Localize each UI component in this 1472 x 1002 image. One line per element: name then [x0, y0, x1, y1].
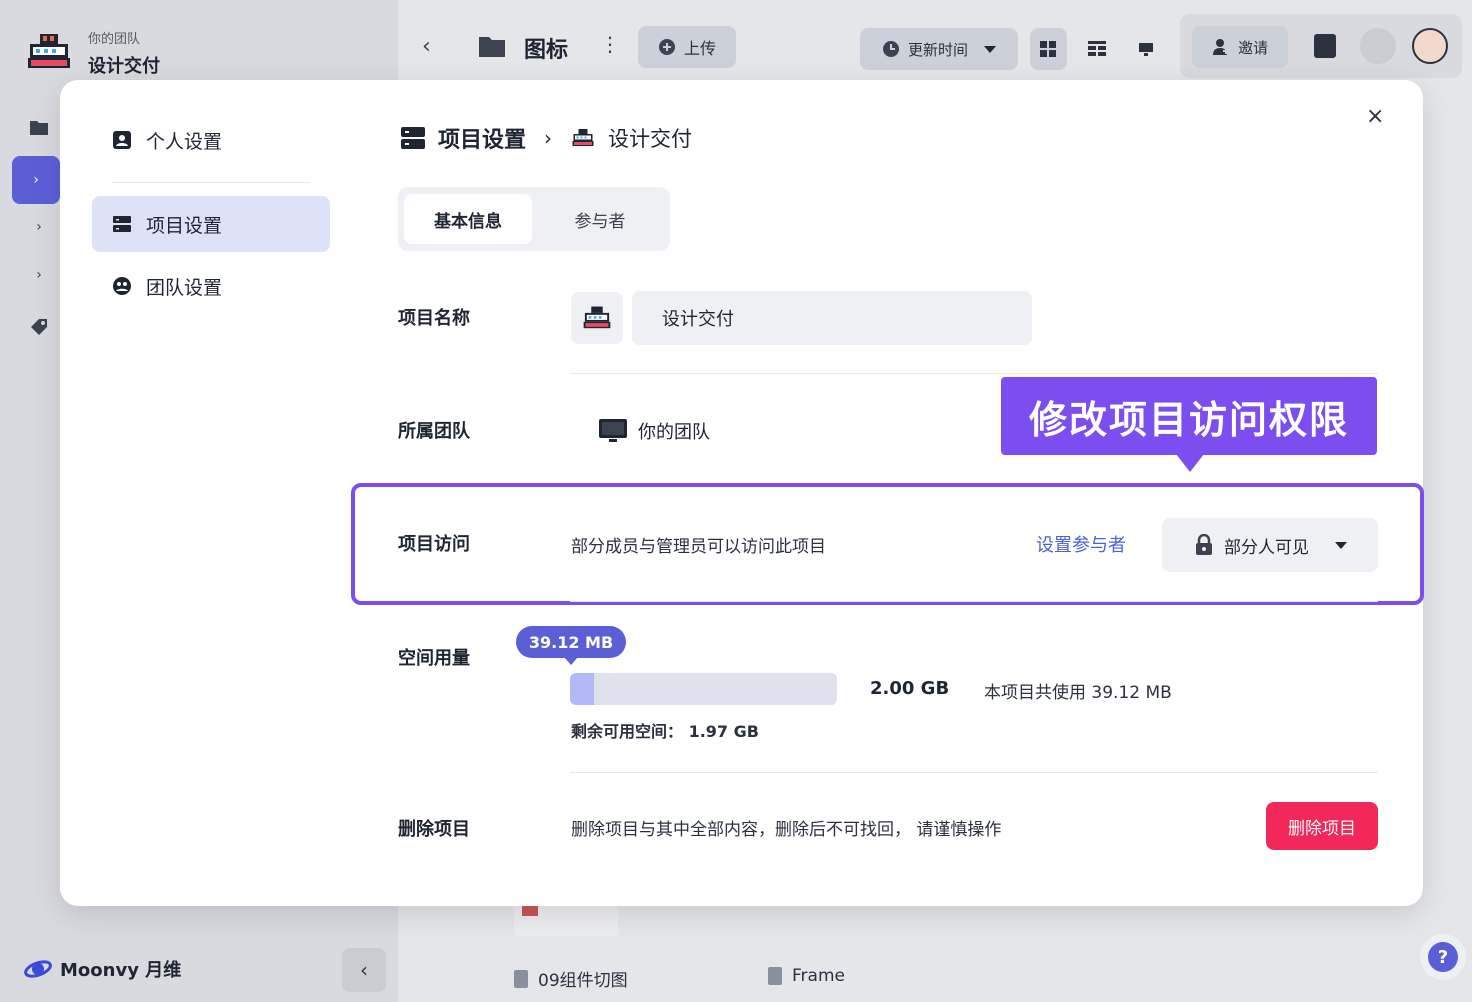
breadcrumb: 项目设置 › 设计交付: [400, 122, 692, 154]
access-description: 部分成员与管理员可以访问此项目: [571, 537, 826, 557]
upload-label: 上传: [683, 39, 716, 58]
file-item[interactable]: Frame: [768, 966, 845, 986]
project-name-label: 项目名称: [398, 308, 470, 329]
access-label: 项目访问: [398, 534, 470, 555]
chevron-right-icon[interactable]: ›: [28, 216, 50, 238]
project-icon-picker[interactable]: [571, 292, 623, 344]
usage-remaining: 剩余可用空间： 1.97 GB: [571, 722, 759, 741]
user-card-icon: [113, 131, 131, 149]
set-participants-link[interactable]: 设置参与者: [1036, 531, 1126, 557]
ship-logo-icon: [583, 306, 611, 329]
annotation-callout: 修改项目访问权限: [1001, 377, 1377, 455]
sort-label: 更新时间: [907, 40, 968, 59]
annotation-callout-pointer: [1176, 454, 1204, 472]
project-name-input[interactable]: [632, 291, 1032, 345]
file-icon: [514, 969, 528, 988]
brand-name: Moonvy 月维: [60, 960, 182, 981]
delete-description: 删除项目与其中全部内容，删除后不可找回， 请谨慎操作: [571, 820, 1002, 840]
document-icon[interactable]: [1314, 34, 1336, 58]
folder-icon: [479, 37, 505, 57]
usage-label: 空间用量: [398, 648, 470, 669]
invite-button[interactable]: 邀请: [1192, 26, 1288, 68]
divider: [570, 373, 1378, 374]
ship-logo-icon: [572, 129, 594, 146]
breadcrumb-separator-icon: ›: [544, 126, 553, 150]
server-icon: [113, 216, 131, 232]
tab-participants[interactable]: 参与者: [536, 194, 664, 244]
server-icon: [401, 127, 425, 149]
brand-logo: Moonvy 月维: [24, 956, 181, 982]
access-visibility-dropdown[interactable]: 部分人可见: [1162, 518, 1378, 572]
nav-team-settings[interactable]: 团队设置: [92, 258, 330, 314]
delete-project-button[interactable]: 删除项目: [1266, 802, 1378, 850]
back-icon[interactable]: ‹: [422, 34, 431, 59]
nav-personal-settings[interactable]: 个人设置: [92, 112, 330, 168]
usage-total: 2.00 GB: [870, 678, 950, 699]
breadcrumb-project: 设计交付: [608, 127, 693, 151]
nav-label: 项目设置: [146, 214, 223, 237]
delete-label: 删除项目: [398, 819, 470, 840]
team-reference: 你的团队: [598, 418, 710, 444]
nav-project-settings[interactable]: 项目设置: [92, 196, 330, 252]
planet-logo-icon: [24, 960, 52, 978]
grid-view-icon[interactable]: [1030, 28, 1067, 70]
sort-dropdown[interactable]: 更新时间: [860, 28, 1018, 70]
project-name[interactable]: 设计交付: [88, 52, 160, 78]
usage-progress-bar: [570, 673, 837, 705]
help-label: ?: [1428, 942, 1458, 972]
add-user-icon: [1212, 39, 1229, 55]
divider: [570, 601, 1378, 602]
usage-progress-fill: [570, 673, 595, 705]
team-label: 所属团队: [398, 421, 470, 442]
chevron-down-icon: [984, 45, 996, 53]
nav-divider: [112, 182, 310, 183]
nav-label: 团队设置: [146, 276, 223, 299]
present-view-icon[interactable]: [1127, 28, 1164, 70]
access-visibility-value: 部分人可见: [1224, 537, 1309, 558]
usage-used-text: 本项目共使用 39.12 MB: [984, 683, 1172, 703]
avatar[interactable]: [1360, 28, 1396, 64]
folder-title: 图标: [524, 38, 569, 63]
tag-icon[interactable]: [28, 316, 50, 338]
settings-tabs: 基本信息 参与者: [398, 187, 670, 251]
chevron-down-icon: [1335, 541, 1347, 549]
divider: [570, 772, 1378, 773]
chevron-right-icon[interactable]: ›: [28, 264, 50, 286]
settings-modal: × 个人设置 项目设置 团队设置 项目设置 › 设计交付 基本信息 参与者 项目…: [60, 80, 1424, 906]
close-icon[interactable]: ×: [1366, 104, 1384, 129]
file-name: Frame: [792, 966, 845, 986]
collapse-sidebar-button[interactable]: ‹: [342, 948, 386, 992]
monitor-icon: [599, 419, 627, 442]
tab-basic-info[interactable]: 基本信息: [404, 194, 532, 244]
file-item[interactable]: 09组件切图: [514, 966, 628, 991]
avatar[interactable]: [1412, 28, 1448, 64]
file-icon: [768, 967, 782, 985]
nav-label: 个人设置: [146, 130, 223, 153]
expand-chevron-icon[interactable]: ›: [12, 156, 60, 204]
clock-icon: [882, 41, 899, 57]
file-name: 09组件切图: [538, 971, 628, 991]
invite-label: 邀请: [1237, 38, 1268, 57]
plus-circle-icon: [658, 39, 675, 55]
folder-icon[interactable]: [28, 116, 50, 138]
ship-logo-icon: [28, 34, 70, 68]
team-name[interactable]: 你的团队: [88, 28, 140, 47]
breadcrumb-section[interactable]: 项目设置: [438, 122, 526, 154]
view-switcher: [1030, 28, 1164, 70]
more-icon[interactable]: ⋮: [600, 32, 620, 56]
table-view-icon[interactable]: [1079, 28, 1116, 70]
team-icon: [113, 277, 131, 295]
usage-badge: 39.12 MB: [516, 626, 626, 665]
lock-icon: [1196, 534, 1212, 555]
team-reference-name: 你的团队: [638, 422, 710, 443]
upload-button[interactable]: 上传: [638, 26, 736, 68]
help-button[interactable]: ?: [1420, 934, 1466, 980]
